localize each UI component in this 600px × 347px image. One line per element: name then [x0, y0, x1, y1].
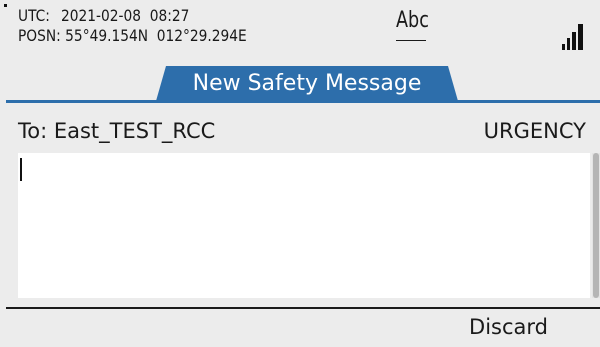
signal-strength-icon	[562, 24, 583, 50]
utc-label: UTC:	[18, 6, 50, 25]
priority-field[interactable]: URGENCY	[484, 118, 586, 144]
status-indicator-dot	[4, 4, 7, 7]
position-label: POSN:	[18, 26, 61, 45]
recipient-field[interactable]: To: East_TEST_RCC	[18, 118, 215, 144]
header-divider	[6, 100, 600, 103]
utc-row: UTC: 2021-02-08 08:27	[18, 6, 247, 26]
title-tab: New Safety Message	[156, 66, 458, 101]
status-info: UTC: 2021-02-08 08:27 POSN: 55°49.154N 01…	[18, 6, 247, 46]
input-mode-underline	[396, 40, 426, 41]
position-value: 55°49.154N 012°29.294E	[65, 26, 247, 45]
discard-button[interactable]: Discard	[469, 313, 548, 341]
message-body-input[interactable]	[18, 153, 583, 298]
utc-value: 2021-02-08 08:27	[61, 6, 190, 25]
input-mode-indicator: Abc	[396, 8, 429, 33]
message-scrollbar[interactable]	[592, 153, 600, 298]
position-row: POSN: 55°49.154N 012°29.294E	[18, 26, 247, 46]
screen-title: New Safety Message	[192, 71, 422, 96]
softkey-divider	[6, 307, 600, 309]
scrollbar-thumb[interactable]	[593, 153, 599, 298]
message-body-area[interactable]	[18, 153, 590, 298]
text-cursor	[20, 158, 22, 181]
